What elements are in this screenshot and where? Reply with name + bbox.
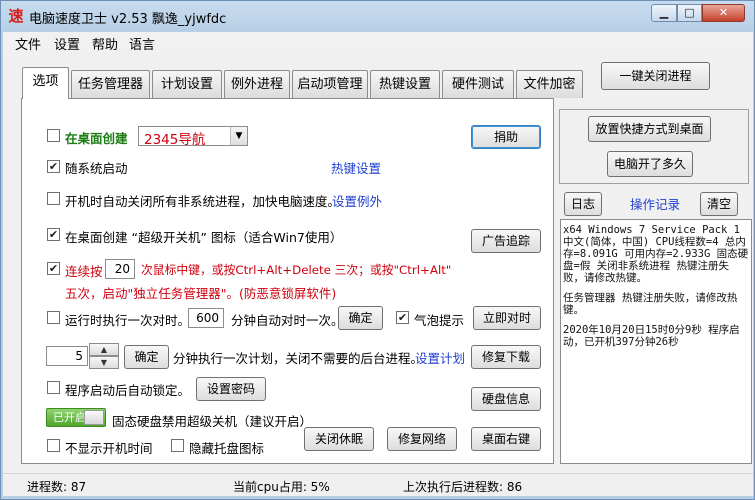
consecutive-prefix: 连续按 — [65, 264, 103, 279]
consecutive-line2: 五次，启动"独立任务管理器"。(防恶意锁屏软件) — [65, 286, 337, 301]
hide-tray-checkbox[interactable] — [171, 439, 184, 452]
consecutive-count-input[interactable]: 20 — [105, 259, 135, 279]
timesync-minutes-input[interactable]: 600 — [188, 308, 224, 328]
desktop-shortcut-button[interactable]: 放置快捷方式到桌面 — [588, 116, 711, 142]
no-boot-time-label: 不显示开机时间 — [65, 441, 153, 456]
tab-schedule[interactable]: 计划设置 — [152, 70, 222, 98]
spin-down-icon[interactable]: ▼ — [89, 356, 119, 369]
plan-interval-input[interactable]: 5 — [46, 346, 88, 366]
tab-hardware-test[interactable]: 硬件测试 — [442, 70, 514, 98]
tab-task-manager[interactable]: 任务管理器 — [71, 70, 150, 98]
maximize-button[interactable]: □ — [677, 4, 702, 22]
title-bar[interactable]: 速 电脑速度卫士 v2.53 飘逸_yjwfdc ▁ □ ✕ — [1, 1, 754, 31]
set-exception-link[interactable]: 设置例外 — [332, 191, 382, 210]
repair-download-button[interactable]: 修复下载 — [471, 345, 541, 369]
bubble-tip-label: 气泡提示 — [414, 313, 465, 328]
log-entry: 2020年10月20日15时0分9秒 程序启动，已开机397分钟26秒 — [563, 324, 740, 348]
tab-exceptions[interactable]: 例外进程 — [224, 70, 290, 98]
chevron-down-icon[interactable]: ▼ — [230, 127, 247, 145]
tab-hotkeys[interactable]: 热键设置 — [370, 70, 440, 98]
hotkey-settings-link[interactable]: 热键设置 — [331, 158, 381, 177]
menu-settings[interactable]: 设置 — [54, 34, 80, 53]
minimize-button[interactable]: ▁ — [651, 4, 677, 22]
operation-records-label: 操作记录 — [630, 197, 681, 212]
status-bar: 进程数: 87 当前cpu占用: 5% 上次执行后进程数: 86 — [3, 473, 753, 495]
ssd-label: 固态硬盘禁用超级关机（建议开启） — [112, 414, 313, 429]
plan-confirm-button[interactable]: 确定 — [124, 345, 169, 369]
main-window: 速 电脑速度卫士 v2.53 飘逸_yjwfdc ▁ □ ✕ 文件 设置 帮助 … — [0, 0, 755, 500]
desktop-create-select[interactable]: 2345导航 ▼ — [138, 126, 248, 148]
auto-lock-checkbox[interactable] — [47, 381, 60, 394]
no-boot-time-checkbox[interactable] — [47, 439, 60, 452]
tab-startup[interactable]: 启动项管理 — [292, 70, 368, 98]
cpu-usage: 当前cpu占用: 5% — [233, 480, 330, 494]
hide-tray-label: 隐藏托盘图标 — [189, 441, 265, 456]
auto-close-checkbox[interactable] — [47, 192, 60, 205]
consecutive-checkbox[interactable]: ✔ — [47, 262, 60, 275]
random-start-label: 随系统启动 — [65, 161, 128, 176]
menu-help[interactable]: 帮助 — [92, 34, 118, 53]
clear-log-button[interactable]: 清空 — [700, 192, 738, 216]
timesync-confirm-button[interactable]: 确定 — [338, 306, 383, 330]
process-count: 进程数: 87 — [27, 480, 87, 494]
menu-file[interactable]: 文件 — [15, 34, 41, 53]
desktop-create-checkbox[interactable] — [47, 129, 60, 142]
super-shutdown-label: 在桌面创建 “超级开关机” 图标（适合Win7使用） — [65, 230, 343, 245]
desktop-rightclick-button[interactable]: 桌面右键 — [471, 427, 541, 451]
ssd-toggle[interactable]: 已开启 — [46, 408, 106, 427]
bubble-tip-checkbox[interactable]: ✔ — [396, 311, 409, 324]
close-button[interactable]: ✕ — [702, 4, 745, 22]
close-processes-button[interactable]: 一键关闭进程 — [601, 62, 710, 90]
spin-up-icon[interactable]: ▲ — [89, 343, 119, 356]
close-hibernate-button[interactable]: 关闭休眠 — [304, 427, 374, 451]
consecutive-suffix: 次鼠标中键，或按Ctrl+Alt+Delete 三次；或按"Ctrl+Alt" — [141, 263, 452, 277]
log-button[interactable]: 日志 — [564, 192, 602, 216]
desktop-create-label: 在桌面创建 — [65, 131, 128, 146]
tab-options[interactable]: 选项 — [22, 67, 69, 99]
super-shutdown-checkbox[interactable]: ✔ — [47, 228, 60, 241]
app-logo-icon: 速 — [8, 7, 24, 25]
plan-interval-stepper[interactable]: ▲ ▼ — [89, 343, 119, 369]
desktop-create-select-value: 2345导航 — [144, 132, 206, 148]
operation-log[interactable]: x64 Windows 7 Service Pack 1 中文(简体，中国) C… — [560, 219, 752, 464]
last-exec-process-count: 上次执行后进程数: 86 — [403, 480, 523, 494]
plan-text: 分钟执行一次计划，关闭不需要的后台进程。 — [173, 351, 424, 366]
set-password-button[interactable]: 设置密码 — [196, 377, 266, 401]
disk-info-button[interactable]: 硬盘信息 — [471, 387, 541, 411]
donate-button[interactable]: 捐助 — [471, 125, 541, 149]
timesync-suffix: 分钟自动对时一次。 — [231, 313, 344, 328]
timesync-checkbox[interactable] — [47, 311, 60, 324]
auto-close-label: 开机时自动关闭所有非系统进程，加快电脑速度。 — [65, 194, 341, 209]
log-entry: x64 Windows 7 Service Pack 1 中文(简体，中国) C… — [563, 224, 749, 284]
tab-file-encrypt[interactable]: 文件加密 — [516, 70, 583, 98]
toggle-knob — [84, 410, 104, 425]
log-entry: 任务管理器 热键注册失败，请修改热键。 — [563, 292, 738, 316]
menu-language[interactable]: 语言 — [129, 34, 155, 53]
auto-lock-label: 程序启动后自动锁定。 — [65, 383, 191, 398]
window-title: 电脑速度卫士 v2.53 飘逸_yjwfdc — [29, 12, 227, 27]
set-plan-link[interactable]: 设置计划 — [415, 348, 465, 367]
random-start-checkbox[interactable]: ✔ — [47, 160, 60, 173]
repair-network-button[interactable]: 修复网络 — [387, 427, 457, 451]
ad-trace-button[interactable]: 广告追踪 — [471, 229, 541, 253]
sync-now-button[interactable]: 立即对时 — [473, 306, 541, 330]
uptime-button[interactable]: 电脑开了多久 — [607, 151, 693, 177]
timesync-label: 运行时执行一次对时。 — [65, 313, 191, 328]
menu-bar: 文件 设置 帮助 语言 — [3, 32, 753, 53]
ssd-toggle-label: 已开启 — [53, 411, 86, 424]
